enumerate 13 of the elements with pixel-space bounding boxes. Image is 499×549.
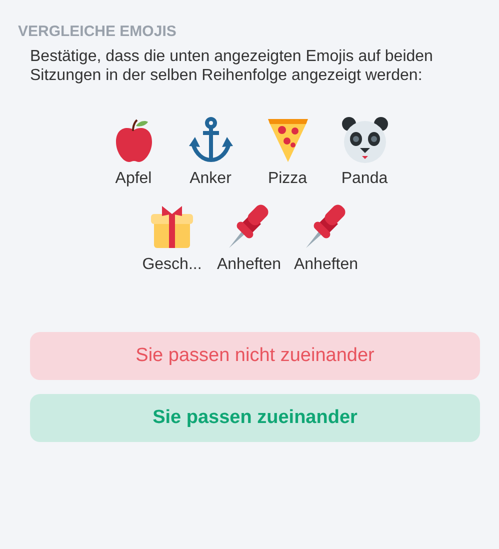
- mismatch-button[interactable]: Sie passen nicht zueinander: [30, 332, 480, 380]
- emoji-label: Anheften: [294, 256, 358, 274]
- emoji-label: Panda: [341, 170, 388, 188]
- emoji-label: Anheften: [216, 256, 282, 274]
- instruction-text: Bestätige, dass die unten angezeigten Emojis auf beiden Sitzungen in der selben Reihenfolge angezeigt werden:: [29, 47, 434, 85]
- emoji-label: Apfel: [115, 170, 152, 188]
- match-button[interactable]: Sie passen zueinander: [30, 394, 480, 442]
- panda-icon: [340, 116, 388, 164]
- section-heading: VERGLEICHE EMOJIS: [18, 23, 178, 40]
- emoji-label: Gesch...: [142, 256, 202, 274]
- anchor-icon: [186, 116, 234, 164]
- emoji-label: Anker: [190, 170, 232, 188]
- emoji-label: Pizza: [268, 170, 308, 188]
